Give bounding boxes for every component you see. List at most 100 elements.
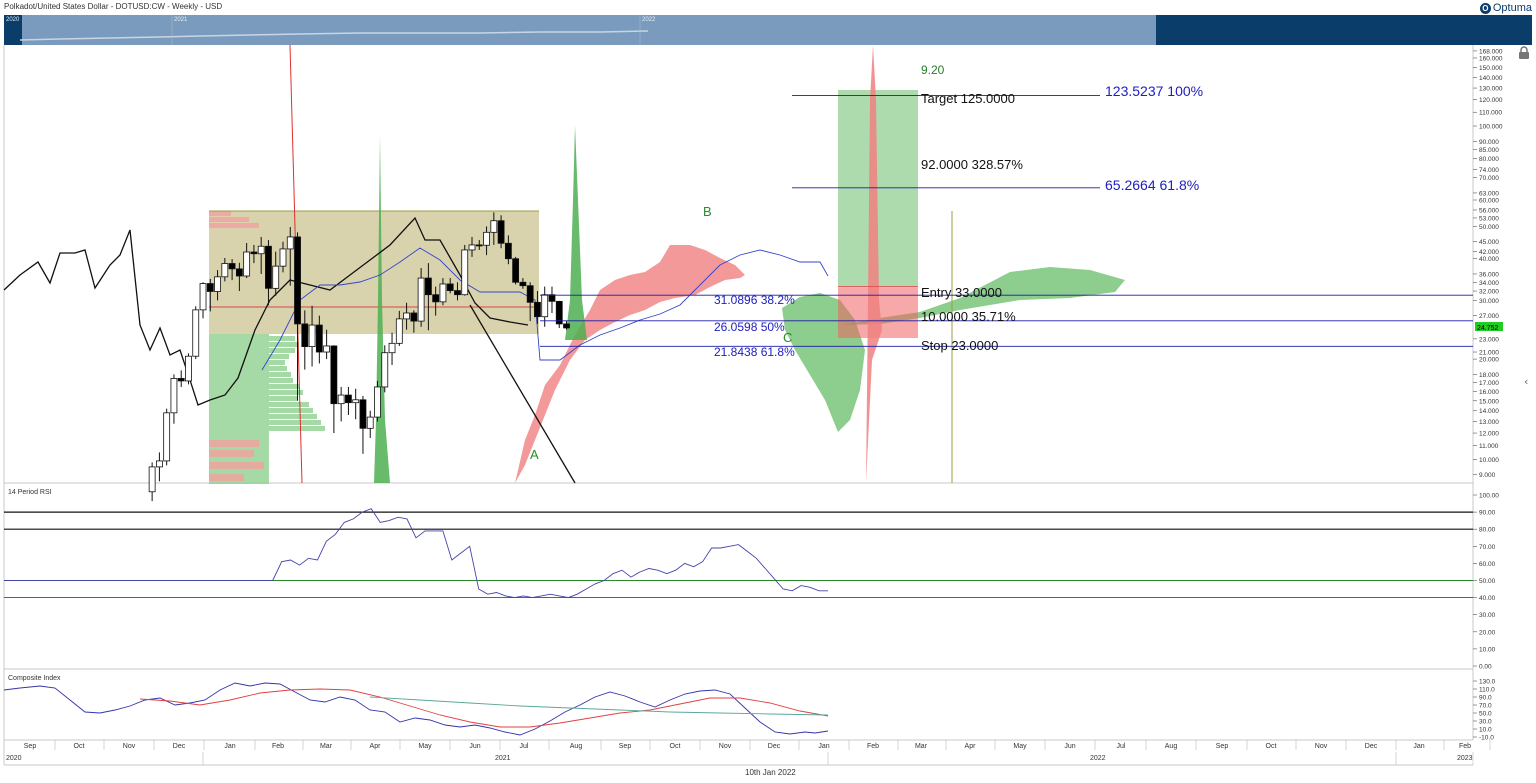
composite-panel-title: Composite Index: [8, 675, 61, 682]
composite-tick-label: -10.0: [1479, 735, 1494, 742]
fib-618-ext-label: 65.2664 61.8%: [1105, 177, 1199, 193]
candle-body: [548, 294, 556, 302]
candle: [323, 329, 331, 360]
candle-body: [286, 236, 294, 250]
candle-body: [475, 244, 483, 247]
price-tick-label: 120.000: [1479, 97, 1503, 104]
candle: [548, 286, 556, 313]
navigator[interactable]: 2020 2021 2022: [4, 15, 1532, 45]
candle-body: [468, 244, 476, 251]
price-tick-label: 21.000: [1479, 350, 1499, 357]
candle-body: [395, 318, 403, 344]
rsi-panel: [4, 508, 1473, 599]
candle-body: [257, 245, 265, 255]
month-label: Mar: [915, 743, 928, 750]
rsi-tick-label: 100.00: [1479, 493, 1499, 500]
candle: [555, 300, 563, 328]
volume-bar: [269, 426, 325, 431]
volume-bar: [269, 372, 291, 377]
price-tick-label: 150.000: [1479, 65, 1503, 72]
price-axis[interactable]: 168.000160.000 150.000 140.000 130.000 120.0…: [1473, 48, 1503, 479]
month-label: Jul: [520, 743, 529, 750]
volume-bar-red: [209, 440, 259, 447]
price-tick-label: 45.000: [1479, 239, 1499, 246]
price-tick-label: 80.000: [1479, 156, 1499, 163]
value-area-upper: [209, 211, 539, 334]
year-label: 2020: [6, 755, 22, 762]
entry-label: Entry 33.0000: [921, 285, 1002, 300]
month-label: Oct: [1266, 743, 1277, 750]
volume-bar: [269, 384, 299, 389]
candle-body: [483, 231, 490, 246]
candle-body: [206, 283, 214, 292]
candle: [345, 386, 352, 415]
candle-body: [461, 249, 469, 296]
month-label: Nov: [719, 743, 732, 750]
candle-body: [272, 265, 280, 289]
month-label: Feb: [272, 743, 284, 750]
candle-body: [243, 251, 251, 277]
month-label: Nov: [123, 743, 136, 750]
candle: [148, 462, 156, 502]
candle: [461, 244, 469, 296]
candle: [177, 370, 185, 387]
rsi-line: [4, 508, 828, 599]
target-label: Target 125.0000: [921, 91, 1015, 106]
candle: [359, 396, 367, 454]
candle: [366, 410, 374, 438]
chart-canvas: Polkadot/United States Dollar - DOTUSD:C…: [3, 2, 1532, 777]
candle-body: [148, 466, 156, 493]
composite-tick-label: 30.0: [1479, 719, 1492, 726]
candle-body: [490, 220, 498, 233]
month-label: Dec: [768, 743, 781, 750]
price-tick-label: 18.000: [1479, 372, 1499, 379]
month-label: Apr: [965, 743, 977, 750]
month-label: Mar: [320, 743, 333, 750]
lock-icon[interactable]: [1517, 46, 1531, 60]
candle-body: [519, 281, 527, 287]
risk-reward-ratio: 9.20: [921, 63, 945, 77]
price-tick-label: 11.000: [1479, 443, 1499, 450]
candle-body: [374, 386, 381, 418]
month-label: Sep: [1216, 743, 1229, 750]
candle: [192, 306, 200, 360]
month-label: Aug: [1165, 743, 1178, 750]
candle-body: [308, 324, 316, 348]
fib-100-label: 123.5237 100%: [1105, 83, 1203, 99]
candle-body: [301, 323, 309, 348]
candle: [352, 388, 360, 420]
price-tick-label: 168.000: [1479, 48, 1503, 55]
collapse-panel-icon[interactable]: ‹: [1524, 375, 1536, 393]
gain-label: 92.0000 328.57%: [921, 157, 1023, 172]
navigator-year-2021: 2021: [174, 17, 188, 23]
composite-tick-label: 70.0: [1479, 703, 1492, 710]
volume-bar-red: [209, 223, 259, 228]
month-label: Nov: [1315, 743, 1328, 750]
volume-bar: [269, 408, 313, 413]
volume-bar: [269, 360, 285, 365]
composite-tick-label: 10.0: [1479, 727, 1492, 734]
candle-body: [381, 352, 389, 388]
price-tick-label: 10.000: [1479, 457, 1499, 464]
time-axis[interactable]: Sep Oct Nov Dec Jan Feb Mar Apr May Jun Jul Aug Sep O…: [6, 740, 1491, 765]
candle-body: [177, 378, 185, 382]
cloud-spike: [565, 125, 587, 340]
candle-body: [235, 268, 243, 277]
candle-body: [163, 412, 171, 462]
composite-panel: [3, 682, 829, 736]
candle-body: [279, 248, 287, 267]
rsi-tick-label: 60.00: [1479, 561, 1496, 568]
price-tick-label: 13.000: [1479, 419, 1499, 426]
candle-body: [454, 290, 461, 296]
month-label: Sep: [619, 743, 632, 750]
candle-body: [250, 251, 258, 255]
candle-body: [366, 416, 374, 429]
volume-bar: [269, 366, 287, 371]
candle-body: [504, 242, 512, 260]
candle-body: [534, 301, 541, 318]
price-tick-label: 32.000: [1479, 289, 1499, 296]
candle: [374, 380, 381, 422]
rsi-axis: 100.00 90.00 80.00 70.00 60.00 50.00 40.00 30.0…: [1473, 493, 1499, 671]
month-label: Jul: [1117, 743, 1126, 750]
candle-body: [155, 460, 163, 468]
